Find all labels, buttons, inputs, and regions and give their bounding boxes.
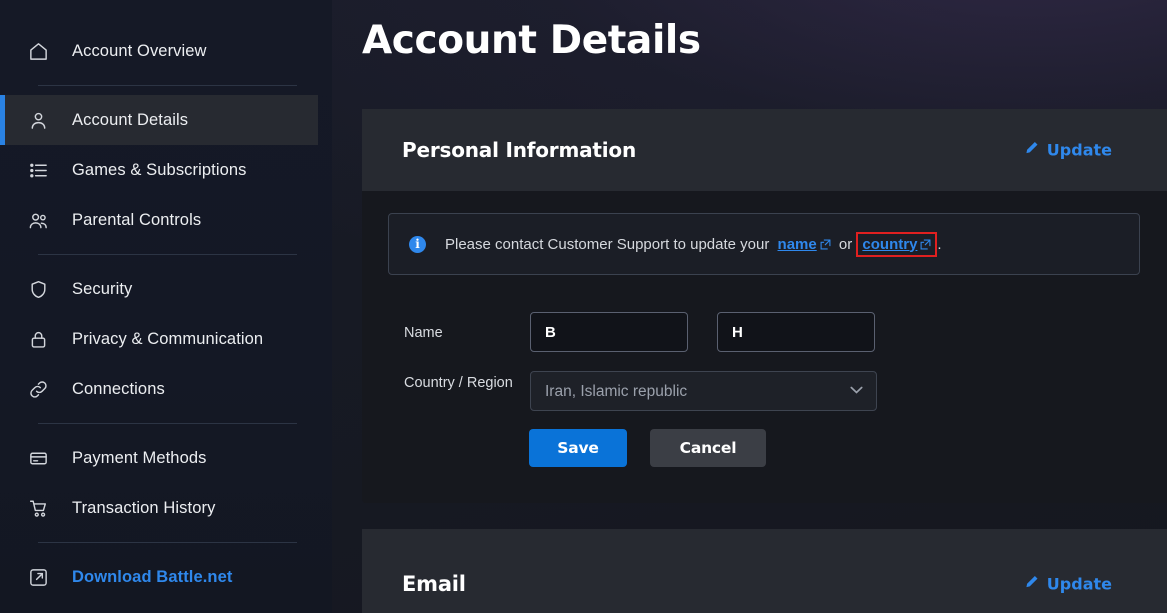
sidebar-item-label: Payment Methods [72, 448, 207, 467]
email-card: Email Update [362, 529, 1167, 613]
list-icon [28, 160, 54, 181]
sidebar-item-label: Download Battle.net [72, 567, 233, 586]
sidebar-item-games-subscriptions[interactable]: Games & Subscriptions [0, 145, 332, 195]
email-header: Email Update [362, 529, 1167, 613]
country-label: Country / Region [404, 375, 513, 391]
contact-support-banner: i Please contact Customer Support to upd… [388, 213, 1140, 275]
sidebar-item-label: Transaction History [72, 498, 216, 517]
banner-text-after: . [937, 235, 942, 253]
sidebar-item-transaction-history[interactable]: Transaction History [0, 483, 332, 533]
banner-text-before: Please contact Customer Support to updat… [445, 235, 774, 253]
shield-icon [28, 279, 54, 300]
sidebar-item-account-details[interactable]: Account Details [0, 95, 318, 145]
personal-information-title: Personal Information [402, 138, 636, 162]
personal-update-button[interactable]: Update [1024, 141, 1112, 160]
sidebar-item-label: Account Details [72, 110, 189, 129]
user-icon [28, 110, 54, 131]
sidebar-divider [38, 85, 297, 86]
sidebar-item-payment-methods[interactable]: Payment Methods [0, 433, 332, 483]
email-title: Email [402, 572, 466, 596]
save-button[interactable]: Save [529, 429, 627, 467]
external-link-icon [28, 567, 54, 588]
page-title: Account Details [362, 18, 701, 63]
sidebar-item-connections[interactable]: Connections [0, 364, 332, 414]
pencil-icon [1024, 575, 1039, 594]
country-select-wrap: Iran, Islamic republic [530, 371, 877, 411]
home-icon [28, 41, 54, 62]
country-select[interactable]: Iran, Islamic republic [530, 371, 877, 411]
country-row: Country / Region Iran, Islamic republic [404, 371, 877, 411]
name-link-wrap: name [774, 234, 835, 255]
first-name-input[interactable] [530, 312, 688, 352]
name-label: Name [404, 325, 443, 341]
lock-icon [28, 329, 54, 350]
sidebar-item-label: Connections [72, 379, 165, 398]
main-content: Account Details Personal Information Upd… [332, 0, 1167, 613]
personal-information-card: Personal Information Update i Please con… [362, 109, 1167, 503]
country-link-wrap: country [856, 231, 938, 257]
sidebar-item-account-overview[interactable]: Account Overview [0, 26, 332, 76]
cancel-button[interactable]: Cancel [650, 429, 766, 467]
sidebar-item-download-battlenet[interactable]: Download Battle.net [0, 552, 332, 602]
sidebar-item-parental-controls[interactable]: Parental Controls [0, 195, 332, 245]
credit-card-icon [28, 448, 54, 469]
sidebar-item-privacy-communication[interactable]: Privacy & Communication [0, 314, 332, 364]
sidebar-nav: Account Overview Account Details Games & S… [0, 0, 332, 613]
banner-text: Please contact Customer Support to updat… [445, 231, 942, 257]
name-row: Name [404, 312, 875, 352]
sidebar-item-label: Privacy & Communication [72, 329, 264, 348]
external-link-icon [820, 239, 831, 250]
form-actions: Save Cancel [529, 429, 766, 467]
personal-update-label: Update [1046, 140, 1112, 160]
sidebar-item-security[interactable]: Security [0, 264, 332, 314]
personal-information-header: Personal Information Update [362, 109, 1167, 191]
link-icon [28, 379, 54, 400]
external-link-icon [920, 239, 931, 250]
email-update-button[interactable]: Update [1024, 575, 1112, 594]
account-details-page: Account Overview Account Details Games & S… [0, 0, 1167, 613]
shopping-cart-icon [28, 498, 54, 519]
sidebar-item-label: Games & Subscriptions [72, 160, 247, 179]
info-icon: i [409, 235, 426, 253]
sidebar-divider [38, 542, 297, 543]
sidebar-item-label: Account Overview [72, 41, 207, 60]
sidebar-divider [38, 423, 297, 424]
users-icon [28, 210, 54, 231]
banner-text-middle: or [834, 235, 857, 253]
country-link[interactable]: country [862, 236, 917, 253]
last-name-input[interactable] [717, 312, 875, 352]
sidebar-divider [38, 254, 297, 255]
sidebar-item-label: Parental Controls [72, 210, 202, 229]
sidebar-item-label: Security [72, 279, 133, 298]
name-link[interactable]: name [778, 236, 817, 253]
pencil-icon [1024, 141, 1039, 160]
email-update-label: Update [1046, 574, 1112, 594]
